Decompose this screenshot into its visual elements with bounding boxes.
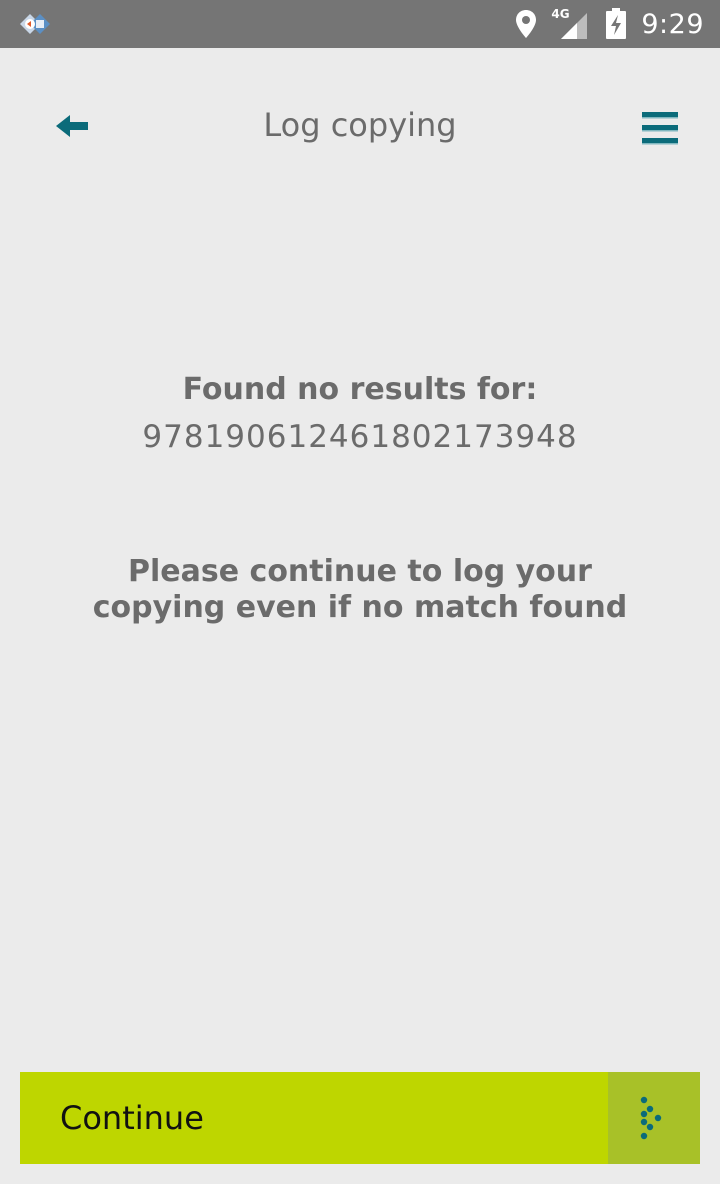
app-logo-icon — [20, 14, 50, 34]
battery-charging-icon — [606, 8, 627, 39]
location-icon — [516, 10, 537, 38]
search-query-value: 9781906124618021739​48 — [142, 419, 578, 455]
instruction-text: Please continue to log your copying even… — [92, 554, 628, 625]
continue-button[interactable]: Continue — [20, 1072, 700, 1164]
app-bar: Log copying — [0, 48, 720, 208]
status-time: 9:29 — [641, 8, 704, 40]
page-title: Log copying — [263, 106, 457, 144]
dotted-arrow-icon — [640, 1096, 662, 1140]
no-results-label: Found no results for: — [182, 372, 538, 407]
signal-icon: 4G — [551, 7, 591, 39]
back-button[interactable] — [48, 106, 96, 146]
arrow-left-icon — [56, 115, 88, 137]
continue-icon-box[interactable] — [608, 1072, 700, 1164]
continue-button-main[interactable]: Continue — [20, 1072, 608, 1164]
status-bar: 4G 9:29 — [0, 0, 720, 48]
hamburger-menu-icon — [642, 112, 678, 145]
results-panel: Found no results for: 978190612461802173… — [40, 368, 680, 626]
menu-button[interactable] — [636, 108, 684, 150]
continue-label: Continue — [60, 1099, 204, 1137]
